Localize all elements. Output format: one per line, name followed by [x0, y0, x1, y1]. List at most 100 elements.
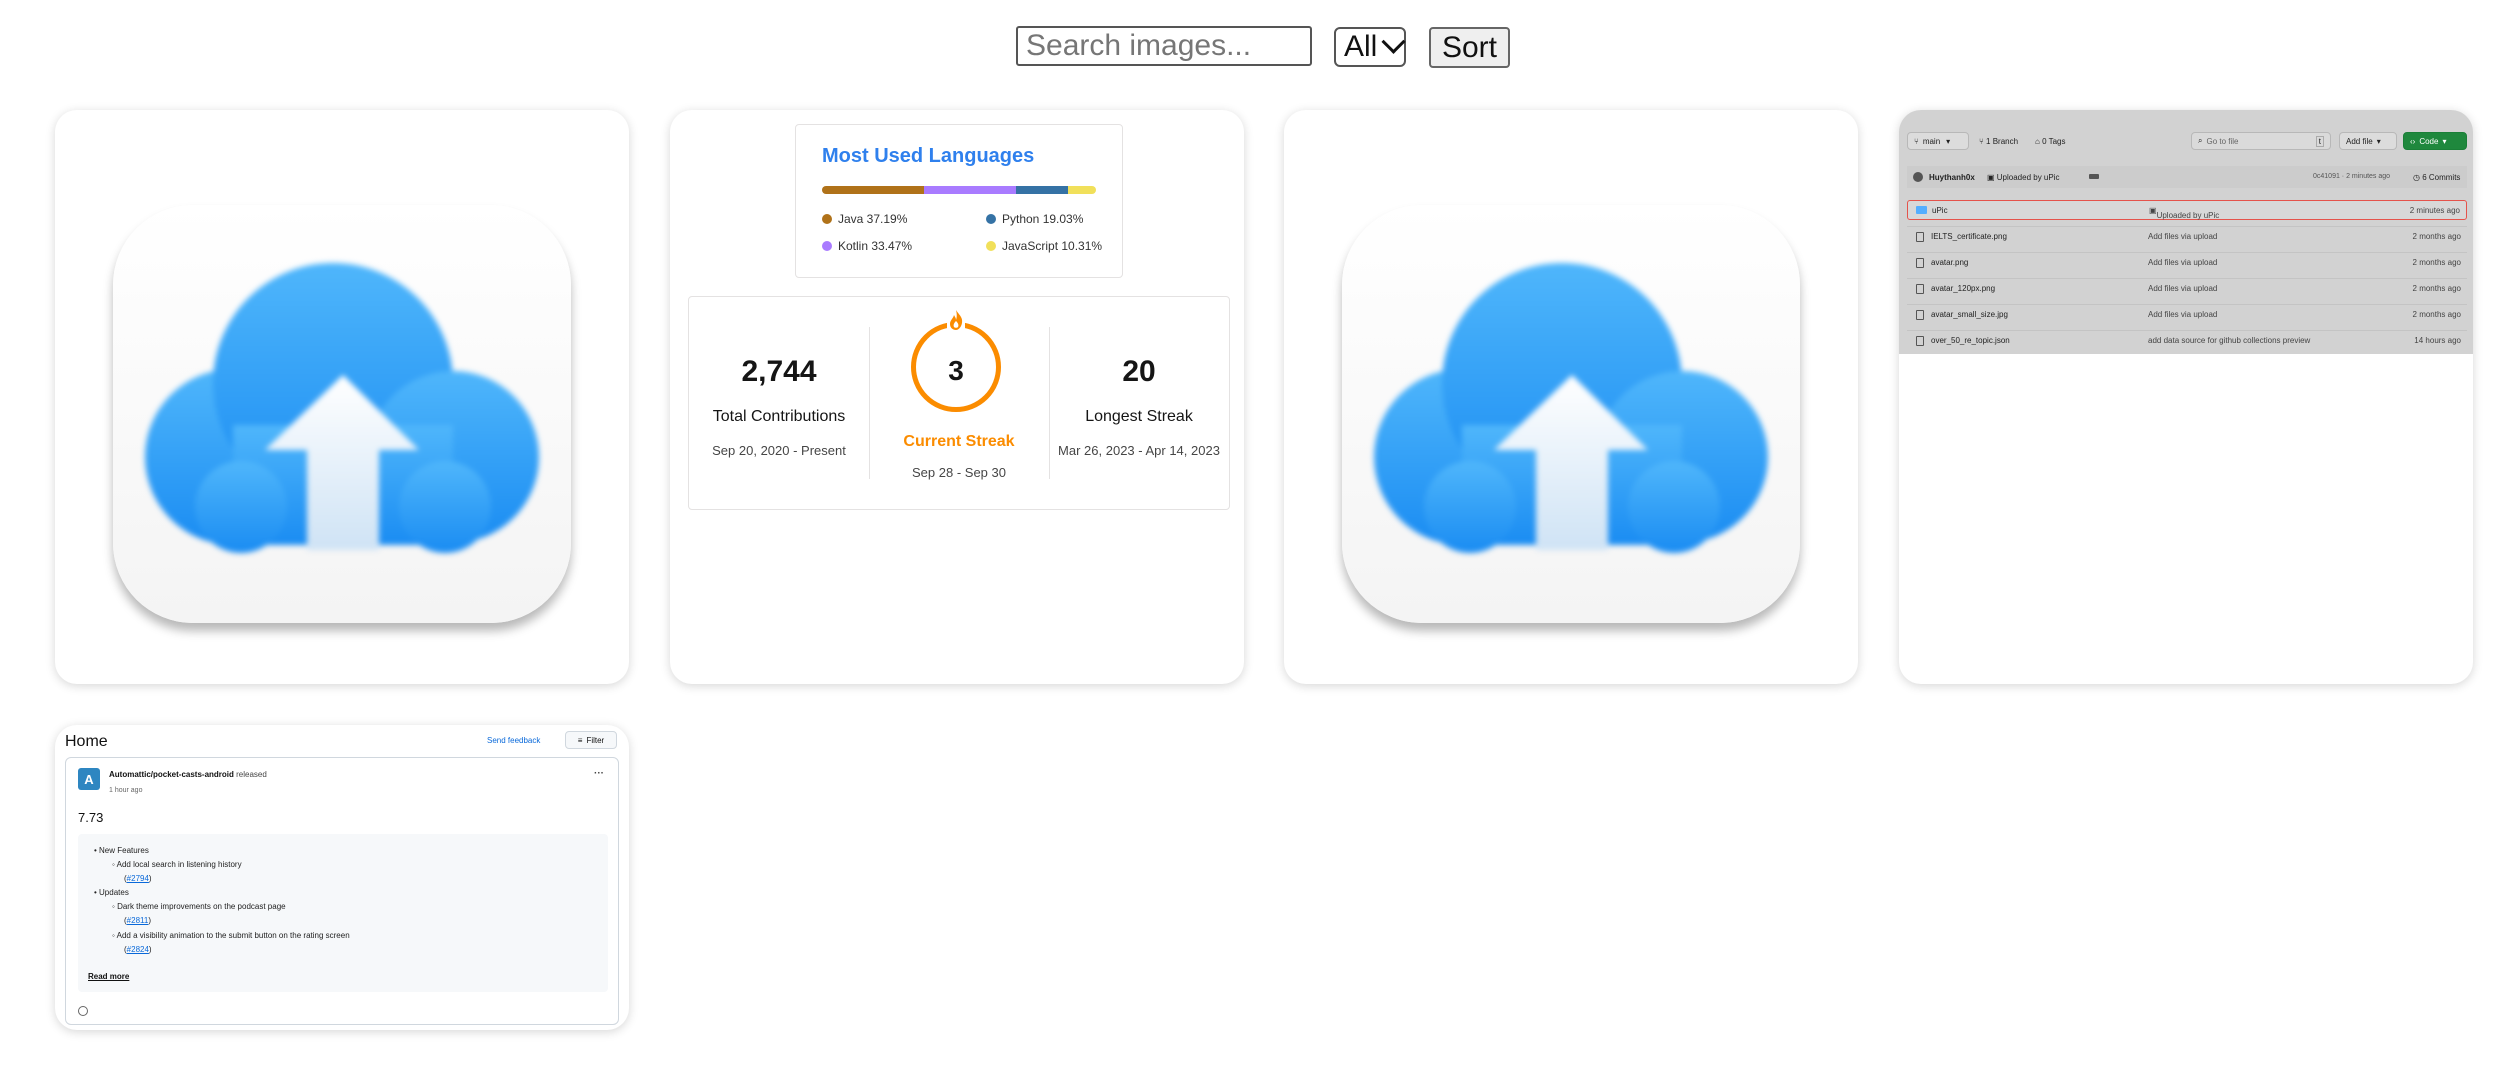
chevron-down-icon: ▾	[2376, 136, 2381, 146]
notes-item-link: (#2811)	[124, 916, 151, 925]
commit-meta: 0c41091 · 2 minutes ago	[2313, 173, 2391, 180]
chevron-down-icon: ▾	[1946, 136, 1951, 146]
avatar	[1913, 172, 1923, 182]
file-row: avatar_small_size.jpg Add files via uplo…	[1907, 304, 2467, 323]
cloud-upload-app-icon	[1342, 205, 1800, 623]
add-file-button: Add file ▾	[2339, 132, 2397, 150]
languages-title: Most Used Languages	[822, 145, 1035, 167]
image-card[interactable]: ⑂ main ▾ ⑂ 1 Branch ⌂ 0 Tags ⌕ Go to fil…	[1899, 110, 2473, 684]
latest-commit-bar: Huythanh0x ▣ Uploaded by uPic 0c41091 · …	[1907, 166, 2467, 188]
file-commit-message: add data source for github collections p…	[2148, 336, 2311, 345]
image-card[interactable]: Home Send feedback ≡ Filter A Automattic…	[55, 725, 629, 1030]
language-label: JavaScript 10.31%	[1002, 239, 1103, 253]
code-label: Code	[2419, 136, 2439, 146]
longest-streak: 20 Longest Streak Mar 26, 2023 - Apr 14,…	[1049, 297, 1229, 509]
release-item: A Automattic/pocket-casts-android releas…	[65, 757, 619, 1025]
branch-count: ⑂ 1 Branch	[1979, 137, 2019, 146]
release-header: Automattic/pocket-casts-android released	[109, 770, 267, 779]
notes-heading: • New Features	[94, 846, 149, 855]
repo-avatar: A	[78, 768, 100, 790]
file-name: over_50_re_topic.json	[1931, 336, 2010, 345]
file-row: IELTS_certificate.png Add files via uplo…	[1907, 226, 2467, 245]
folder-icon	[1916, 206, 1927, 214]
image-card[interactable]: Most Used Languages Java 37.19% Python 1…	[670, 110, 1244, 684]
release-repo-name: Automattic/pocket-casts-android	[109, 770, 234, 779]
flame-icon	[947, 309, 965, 331]
code-icon: ‹›	[2410, 136, 2416, 146]
divider	[869, 327, 870, 479]
file-name: avatar_small_size.jpg	[1931, 310, 2008, 319]
filter-select[interactable]: All	[1334, 27, 1406, 67]
notes-item: ◦ Dark theme improvements on the podcast…	[112, 902, 286, 911]
language-item: Python 19.03%	[986, 212, 1083, 226]
language-label: Kotlin 33.47%	[838, 239, 913, 253]
filter-selected-value: All	[1344, 30, 1378, 63]
code-button: ‹› Code ▾	[2403, 132, 2467, 150]
language-item: Kotlin 33.47%	[822, 239, 912, 253]
sort-button[interactable]: Sort	[1429, 27, 1510, 68]
language-dot	[986, 214, 996, 224]
longest-streak-value: 20	[1122, 355, 1156, 388]
file-commit-message: Add files via upload	[2148, 258, 2218, 267]
language-item: JavaScript 10.31%	[986, 239, 1102, 253]
language-label: Java 37.19%	[838, 212, 908, 226]
branch-icon: ⑂	[1914, 136, 1919, 146]
file-icon	[1916, 258, 1924, 268]
file-name: avatar.png	[1931, 258, 1969, 267]
file-row: avatar.png Add files via upload 2 months…	[1907, 252, 2467, 271]
release-notes: • New Features ◦ Add local search in lis…	[78, 834, 608, 992]
filter-icon: ≡	[577, 735, 583, 745]
send-feedback-link: Send feedback	[487, 736, 541, 745]
language-dot	[822, 241, 832, 251]
language-dot	[986, 241, 996, 251]
filter-label: Filter	[586, 735, 605, 745]
release-page-title: Home	[65, 733, 108, 750]
branch-name: main	[1922, 136, 1941, 146]
current-streak-range: Sep 28 - Sep 30	[912, 465, 1006, 480]
file-name: uPic	[1932, 206, 1948, 215]
image-card[interactable]	[1284, 110, 1858, 684]
add-file-label: Add file	[2346, 136, 2373, 146]
search-input[interactable]	[1016, 26, 1312, 66]
file-icon	[1916, 336, 1924, 346]
image-card[interactable]	[55, 110, 629, 684]
go-to-file-input: ⌕ Go to file t	[2191, 132, 2331, 150]
search-icon: ⌕	[2198, 136, 2203, 145]
file-row: uPic ▣ Uploaded by uPic 2 minutes ago	[1907, 200, 2467, 220]
total-contributions-label: Total Contributions	[712, 408, 846, 425]
language-segment	[822, 186, 924, 194]
file-commit-message: ▣ Uploaded by uPic	[2149, 206, 2220, 220]
chevron-down-icon: ▾	[2442, 136, 2447, 146]
language-item: Java 37.19%	[822, 212, 907, 226]
commit-author: Huythanh0x	[1929, 173, 1975, 182]
file-name: IELTS_certificate.png	[1931, 232, 2007, 241]
total-contributions: 2,744 Total Contributions Sep 20, 2020 -…	[689, 297, 869, 509]
file-time: 14 hours ago	[2414, 336, 2461, 345]
file-commit-message: Add files via upload	[2148, 284, 2218, 293]
go-to-file-placeholder: Go to file	[2206, 136, 2239, 146]
total-contributions-range: Sep 20, 2020 - Present	[712, 443, 846, 458]
release-time: 1 hour ago	[109, 787, 143, 794]
notes-item-link: (#2794)	[124, 874, 152, 883]
longest-streak-label: Longest Streak	[1085, 408, 1193, 425]
ellipsis-icon	[2089, 174, 2099, 179]
file-commit-message: Add files via upload	[2148, 310, 2218, 319]
cloud-upload-app-icon	[113, 205, 571, 623]
current-streak-label: Current Streak	[903, 433, 1015, 450]
language-segment	[923, 186, 1016, 194]
file-time: 2 months ago	[2412, 258, 2461, 267]
file-commit-message: Add files via upload	[2148, 232, 2218, 241]
file-time: 2 months ago	[2412, 310, 2461, 319]
file-time: 2 minutes ago	[2409, 206, 2460, 215]
commit-message: ▣ Uploaded by uPic	[1987, 173, 2060, 182]
file-row: over_50_re_topic.json add data source fo…	[1907, 330, 2467, 349]
commit-count: ◷ 6 Commits	[2413, 173, 2461, 182]
chevron-down-icon	[1381, 29, 1406, 54]
total-contributions-value: 2,744	[741, 355, 817, 388]
toolbar: All Sort	[0, 26, 2514, 70]
language-segment	[1067, 186, 1096, 194]
more-options-icon: ···	[594, 768, 604, 779]
languages-panel: Most Used Languages Java 37.19% Python 1…	[795, 124, 1123, 278]
file-time: 2 months ago	[2412, 284, 2461, 293]
shortcut-key: t	[2315, 135, 2324, 147]
